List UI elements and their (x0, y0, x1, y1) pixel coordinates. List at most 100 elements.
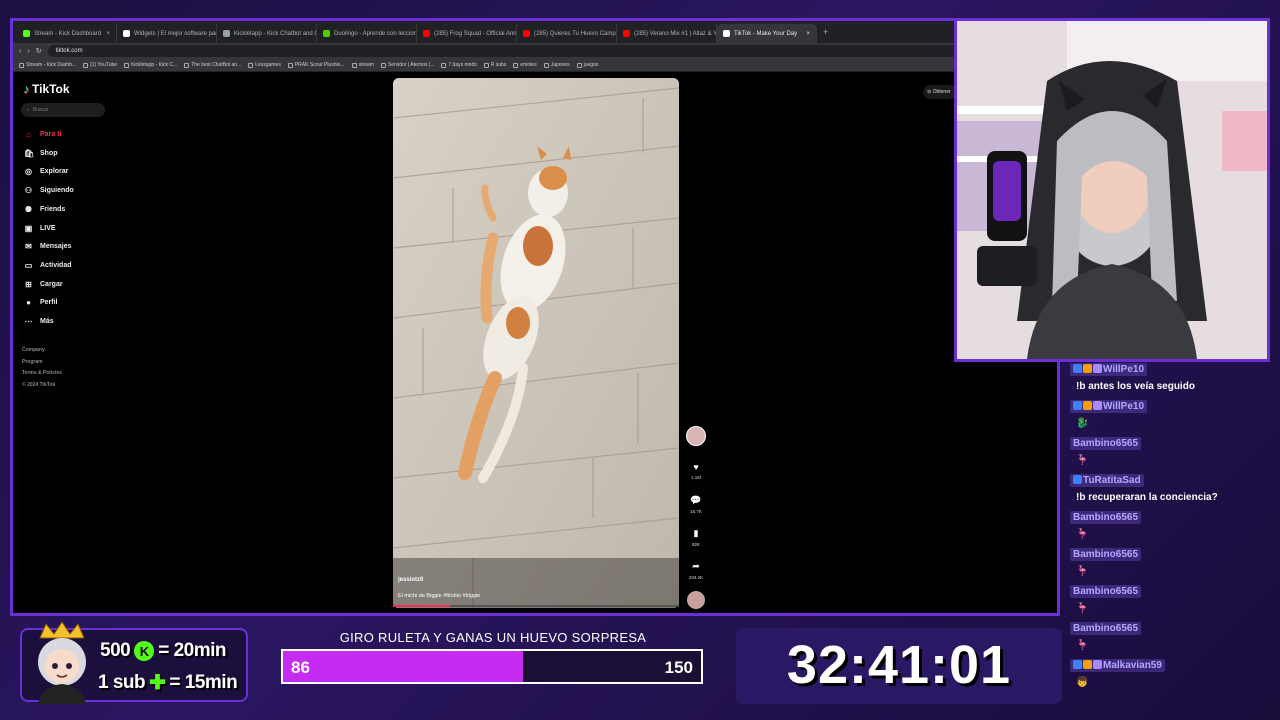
bookmark-label: The best ChatBot an... (191, 62, 242, 68)
promo-box: 500 K = 20min 1 sub ✚ = 15min (20, 621, 248, 704)
chat-username[interactable]: Bambino6565 (1070, 437, 1142, 450)
tab-favicon-icon (323, 30, 330, 37)
friends-icon: ⚉ (24, 204, 33, 214)
browser-tab[interactable]: Duolingo - Aprende con lecciones d× (317, 24, 417, 43)
tab-label: TikTok - Make Your Day (734, 30, 798, 37)
chat-username[interactable]: Malkavian59 (1070, 659, 1165, 672)
sidebar-item-live[interactable]: ▣ LIVE (24, 224, 56, 233)
sidebar-item-mensajes[interactable]: ✉ Mensajes (24, 242, 71, 251)
goal-target: 150 (664, 658, 693, 677)
sound-disc[interactable] (685, 591, 707, 609)
save-button[interactable]: ▮ 92K (685, 528, 707, 547)
chat-username[interactable]: WillPe10 (1070, 400, 1148, 413)
chat-username-text: Bambino6565 (1073, 623, 1139, 634)
chat-badge-icon (1073, 475, 1082, 484)
creator-avatar[interactable] (685, 426, 707, 446)
chat-username-text: WillPe10 (1103, 401, 1145, 412)
browser-tab[interactable]: TikTok - Make Your Day × (717, 24, 817, 43)
sidebar-item-cargar[interactable]: ⊞ Cargar (24, 280, 62, 289)
tab-label: Duolingo - Aprende con lecciones d (334, 30, 417, 37)
chat-username[interactable]: WillPe10 (1070, 363, 1148, 376)
chat-emote-icon: 🐉 (1076, 418, 1089, 429)
subathon-timer: 32:41:01 (786, 635, 1012, 695)
bookmark-item[interactable]: Servidor | Aternos |... (380, 62, 435, 68)
tab-close-icon[interactable]: × (106, 31, 110, 37)
profile-icon: ● (26, 298, 31, 308)
bookmark-item[interactable]: R subs (483, 62, 506, 68)
chat-username-text: Bambino6565 (1073, 549, 1139, 560)
footer-link[interactable]: Program (22, 359, 43, 365)
new-tab-icon[interactable]: + (817, 27, 834, 37)
browser-tab[interactable]: (285) Quieres Tu Huevo Campeonat× (517, 24, 617, 43)
heart-icon: ♥ (693, 462, 699, 472)
tab-favicon-icon (23, 30, 30, 37)
search-placeholder: Buscar (32, 107, 49, 113)
bookmark-item[interactable]: The best ChatBot an... (184, 62, 241, 68)
chat-username[interactable]: TuRatitaSad (1070, 474, 1144, 487)
bookmark-item[interactable]: 7 days mods (441, 62, 477, 68)
sidebar-item-perfil[interactable]: ● Perfil (24, 298, 57, 308)
tiktok-logo[interactable]: ♪ TikTok (23, 82, 70, 96)
sidebar-item-para-ti[interactable]: ⌂ Para ti (24, 130, 61, 139)
bookmark-item[interactable]: juegos (576, 62, 599, 68)
tab-bar: Stream - Kick Dashboard × Widgets | El mej… (13, 21, 1057, 43)
kick-coin-icon: K (134, 641, 155, 661)
bookmark-label: Servidor | Aternos |... (387, 62, 435, 68)
tab-close-icon[interactable]: × (806, 31, 810, 37)
tiktok-logo-text: TikTok (32, 82, 70, 96)
browser-window: Stream - Kick Dashboard × Widgets | El mej… (10, 18, 1060, 616)
browser-tab[interactable]: Stream - Kick Dashboard × (17, 24, 117, 43)
share-button[interactable]: ➦ 234.2K (685, 561, 707, 580)
bookmark-item[interactable]: Kickletapp - Kick C... (124, 62, 177, 68)
sidebar-item-actividad[interactable]: ▭ Actividad (24, 261, 72, 270)
bookmark-item[interactable]: (1) YouTube (83, 62, 117, 68)
chat-username[interactable]: Bambino6565 (1070, 622, 1142, 635)
bookmark-icon (380, 62, 386, 68)
video-player[interactable] (393, 78, 679, 608)
bookmark-label: Japones (550, 62, 570, 68)
sidebar-item-shop[interactable]: 🛍 Shop (24, 149, 58, 158)
subathon-timer-box: 32:41:01 (736, 628, 1062, 704)
tab-favicon-icon (623, 30, 630, 37)
bookmark-icon (576, 62, 582, 68)
bookmark-item[interactable]: Japones (543, 62, 570, 68)
browser-tab[interactable]: (285) Verano Mix #1 | Altaz & Yorgh× (617, 24, 717, 43)
footer-link[interactable]: Company (22, 347, 45, 353)
comment-button[interactable]: 💬 10.7K (685, 495, 707, 514)
sidebar-item-siguiendo[interactable]: ⚇ Siguiendo (24, 186, 74, 195)
bookmark-item[interactable]: Stream - Kick Dashb... (19, 62, 76, 68)
shop-icon: 🛍 (24, 148, 35, 158)
bookmark-label: juegos (583, 62, 599, 68)
reload-icon[interactable]: ↻ (36, 47, 42, 55)
sidebar-item-más[interactable]: ⋯ Más (24, 317, 54, 326)
bookmark-item[interactable]: PRAK Scout Plushie... (287, 62, 345, 68)
chat-username[interactable]: Bambino6565 (1070, 511, 1142, 524)
chat-badge-icon (1083, 401, 1092, 410)
chat-message: Bambino6565 (1070, 437, 1142, 450)
url-input[interactable]: tiktok.com (47, 45, 1030, 57)
chat-username[interactable]: Bambino6565 (1070, 585, 1142, 598)
sidebar-item-label: Siguiendo (40, 187, 74, 195)
sidebar-item-label: Actividad (40, 261, 72, 269)
sidebar-item-explorar[interactable]: ◎ Explorar (24, 167, 68, 176)
footer-link[interactable]: Terms & Policies (22, 370, 62, 376)
browser-tab[interactable]: (285) Frog Squad - Official Announ× (417, 24, 517, 43)
bookmark-item[interactable]: stream (351, 62, 374, 68)
search-input[interactable]: ⌕ Buscar (21, 103, 105, 117)
browser-tab[interactable]: Kickletapp - Kick Chatbot and Overl× (217, 24, 317, 43)
sidebar-item-friends[interactable]: ⚉ Friends (24, 205, 65, 214)
browser-tab[interactable]: Widgets | El mejor software para po× (117, 24, 217, 43)
bookmark-item[interactable]: emotes (513, 62, 537, 68)
chat-badge-icon (1073, 401, 1082, 410)
back-icon[interactable]: ‹ (19, 48, 21, 55)
compass-icon: ◎ (25, 167, 32, 177)
chat-emote-icon: 🦩 (1076, 455, 1089, 466)
bookmark-icon (543, 62, 549, 68)
chat-username-text: Bambino6565 (1073, 512, 1139, 523)
bookmark-item[interactable]: Lessgames (248, 62, 281, 68)
like-button[interactable]: ♥ 1.1M (685, 462, 707, 480)
chat-username[interactable]: Bambino6565 (1070, 548, 1142, 561)
video-author[interactable]: jessiotz0 (398, 577, 423, 583)
forward-icon[interactable]: › (27, 48, 29, 55)
chat-emote-icon: 🦩 (1076, 640, 1089, 651)
